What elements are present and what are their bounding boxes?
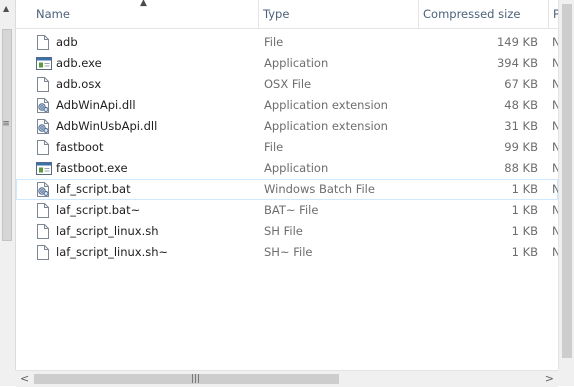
column-compressed-size[interactable]: Compressed size: [418, 0, 548, 28]
file-name: laf_script_linux.sh: [56, 224, 159, 238]
file-type: File: [264, 35, 284, 49]
file-icon: [36, 140, 50, 155]
file-name: adb.exe: [56, 56, 102, 70]
file-icon: [36, 35, 50, 50]
scroll-right-icon[interactable]: >: [545, 372, 554, 385]
application-icon: [36, 161, 52, 176]
file-type: Application extension: [264, 119, 388, 133]
file-compressed-size: 1 KB: [511, 245, 538, 259]
column-type[interactable]: Type: [258, 0, 418, 28]
file-compressed-size: 48 KB: [504, 98, 538, 112]
file-name: fastboot.exe: [56, 161, 128, 175]
dll-icon: [36, 119, 50, 134]
file-name: adb: [56, 35, 78, 49]
file-type: Application extension: [264, 98, 388, 112]
scroll-left-icon[interactable]: <: [20, 372, 29, 385]
file-row[interactable]: fastboot.exeApplication88 KBNo: [16, 158, 568, 179]
file-compressed-size: 394 KB: [496, 56, 538, 70]
vertical-scrollbar-thumb[interactable]: [562, 4, 572, 358]
file-icon: [36, 203, 50, 218]
file-row[interactable]: adbFile149 KBNo: [16, 32, 568, 53]
file-name: adb.osx: [56, 77, 102, 91]
file-icon: [36, 245, 50, 260]
file-name: laf_script.bat~: [56, 203, 141, 217]
file-row[interactable]: AdbWinUsbApi.dll Application extension 31 …: [16, 116, 568, 137]
file-type: BAT~ File: [264, 203, 319, 217]
file-name: laf_script.bat: [56, 182, 131, 196]
dll-icon: [36, 98, 50, 113]
column-header: ▲ Name Type Compressed size Pas: [16, 0, 572, 29]
grip-icon: |||: [191, 374, 201, 384]
application-icon: [36, 56, 52, 71]
file-compressed-size: 99 KB: [504, 140, 538, 154]
file-compressed-size: 1 KB: [511, 224, 538, 238]
horizontal-scrollbar[interactable]: < ||| >: [16, 370, 558, 387]
file-type: File: [264, 140, 284, 154]
file-type: Application: [264, 56, 329, 70]
file-type: Application: [264, 161, 329, 175]
left-pane-scrollbar[interactable]: ▲ ≡: [0, 0, 16, 370]
file-row[interactable]: laf_script_linux.shSH File1 KBNo: [16, 221, 568, 242]
file-compressed-size: 31 KB: [504, 119, 538, 133]
file-type: SH~ File: [264, 245, 313, 259]
left-scrollbar-thumb[interactable]: [2, 29, 12, 241]
horizontal-scrollbar-thumb[interactable]: |||: [34, 374, 339, 384]
file-row[interactable]: laf_script.batWindows Batch File1 KBNo: [16, 179, 568, 200]
scroll-up-icon[interactable]: ▲: [3, 4, 9, 13]
file-name: AdbWinUsbApi.dll: [56, 119, 158, 133]
file-compressed-size: 1 KB: [511, 182, 538, 196]
file-row[interactable]: laf_script.bat~BAT~ File1 KBNo: [16, 200, 568, 221]
file-type: SH File: [264, 224, 303, 238]
file-compressed-size: 1 KB: [511, 203, 538, 217]
grip-icon: ≡: [2, 119, 10, 129]
file-compressed-size: 88 KB: [504, 161, 538, 175]
file-row[interactable]: laf_script_linux.sh~SH~ File1 KBNo: [16, 242, 568, 263]
file-type: Windows Batch File: [264, 182, 375, 196]
left-bottom-corner: [0, 370, 16, 386]
file-icon: [36, 224, 50, 239]
file-row[interactable]: AdbWinApi.dllApplication extension48 KBN…: [16, 95, 568, 116]
file-list: adbFile149 KBNoadb.exeApplication394 KBN…: [16, 32, 568, 263]
file-row[interactable]: adb.exeApplication394 KBNo: [16, 53, 568, 74]
batch-file-icon: [36, 182, 50, 197]
file-icon: [36, 77, 50, 92]
file-compressed-size: 149 KB: [496, 35, 538, 49]
column-name[interactable]: Name: [16, 0, 258, 28]
scrollbar-corner: [558, 370, 574, 386]
vertical-scrollbar[interactable]: [558, 0, 574, 370]
file-name: laf_script_linux.sh~: [56, 245, 169, 259]
file-name: AdbWinApi.dll: [56, 98, 136, 112]
file-row[interactable]: fastbootFile99 KBNo: [16, 137, 568, 158]
file-name: fastboot: [56, 140, 104, 154]
file-row[interactable]: adb.osxOSX File67 KBNo: [16, 74, 568, 95]
file-type: OSX File: [264, 77, 312, 91]
file-compressed-size: 67 KB: [504, 77, 538, 91]
